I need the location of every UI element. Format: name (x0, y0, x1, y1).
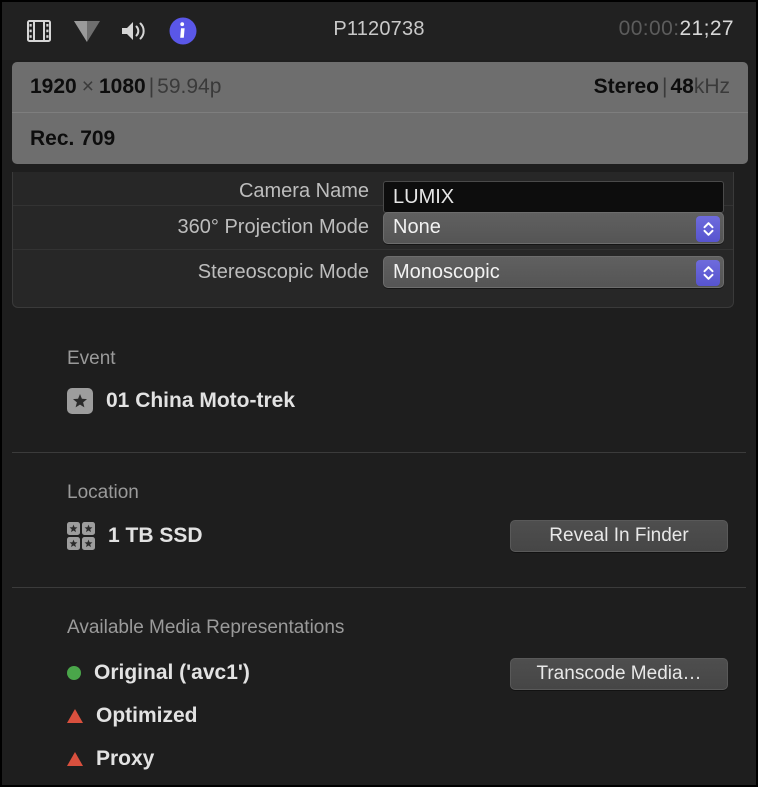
media-summary-row-colorspace: Rec. 709 (12, 113, 748, 164)
event-name: 01 China Moto-trek (106, 389, 296, 412)
status-missing-triangle-icon (67, 709, 83, 723)
property-row-projection-mode: 360° Projection Mode None (13, 206, 733, 250)
video-format-summary: 1920 × 1080 | 59.94p (30, 75, 221, 99)
media-summary-band: 1920 × 1080 | 59.94p Stereo | 48kHz Rec. 709 (12, 62, 748, 164)
projection-mode-popup[interactable]: None (383, 211, 724, 244)
location-name: 1 TB SSD (108, 524, 203, 547)
media-optimized-label: Optimized (96, 704, 198, 727)
stereoscopic-mode-popup[interactable]: Monoscopic (383, 256, 724, 288)
status-available-dot-icon (67, 666, 81, 680)
library-cell (67, 522, 80, 535)
frame-height: 1080 (98, 75, 146, 98)
color-space: Rec. 709 (30, 126, 116, 150)
media-proxy-label: Proxy (96, 747, 155, 770)
projection-mode-label: 360° Projection Mode (177, 216, 369, 238)
stereoscopic-mode-field-wrap: Monoscopic (383, 256, 733, 288)
media-original-label: Original ('avc1') (94, 661, 250, 684)
event-section-title: Event (67, 348, 116, 369)
property-row-stereoscopic-mode: Stereoscopic Mode Monoscopic (13, 250, 733, 294)
event-value-row[interactable]: 01 China Moto-trek (67, 388, 295, 414)
projection-mode-field-wrap: None (383, 211, 733, 244)
location-value-row[interactable]: 1 TB SSD (67, 522, 203, 550)
status-missing-triangle-icon (67, 752, 83, 766)
library-cell (82, 522, 95, 535)
audio-separator: | (662, 75, 668, 98)
reveal-in-finder-button[interactable]: Reveal In Finder (510, 520, 728, 552)
stereoscopic-mode-value: Monoscopic (393, 260, 500, 283)
library-cell (67, 537, 80, 550)
audio-sample-rate-unit: kHz (693, 75, 730, 98)
stereoscopic-mode-label: Stereoscopic Mode (197, 260, 369, 283)
frame-width: 1920 (30, 75, 77, 98)
timecode-hours-minutes: 00:00: (618, 17, 680, 40)
audio-sample-rate: 48 (670, 75, 694, 98)
audio-channels: Stereo (593, 75, 659, 98)
info-inspector-panel: P1120738 00:00:21;27 1920 × 1080 | 59.94p St… (0, 0, 758, 787)
projection-mode-value: None (393, 216, 441, 238)
location-section-title: Location (67, 482, 139, 503)
property-row-camera-name: Camera Name LUMIX (13, 172, 733, 213)
divider-event-location (12, 452, 746, 453)
audio-format-summary: Stereo | 48kHz (594, 75, 730, 99)
chevron-up-down-icon[interactable] (696, 215, 720, 242)
camera-name-field-wrap: LUMIX (383, 181, 733, 213)
clip-properties-group: Camera Name LUMIX 360° Projection Mode N… (12, 172, 734, 308)
format-separator: | (148, 75, 155, 98)
media-row-optimized: Optimized (67, 704, 198, 728)
divider-location-media (12, 587, 746, 588)
camera-name-label: Camera Name (238, 180, 369, 202)
chevron-up-down-icon[interactable] (696, 260, 720, 286)
media-summary-row-format: 1920 × 1080 | 59.94p Stereo | 48kHz (12, 62, 748, 113)
frame-rate: 59.94p (157, 75, 222, 98)
timecode-seconds-frames: 21;27 (679, 17, 734, 40)
media-representations-title: Available Media Representations (67, 617, 345, 638)
library-grid-icon (67, 522, 95, 550)
dimension-times-symbol: × (81, 75, 94, 98)
inspector-header: P1120738 00:00:21;27 (2, 2, 756, 60)
transcode-media-button[interactable]: Transcode Media… (510, 658, 728, 690)
media-row-proxy: Proxy (67, 747, 154, 771)
library-cell (82, 537, 95, 550)
event-star-icon (67, 388, 93, 414)
timecode-display: 00:00:21;27 (619, 17, 734, 41)
media-row-original: Original ('avc1') (67, 661, 250, 685)
